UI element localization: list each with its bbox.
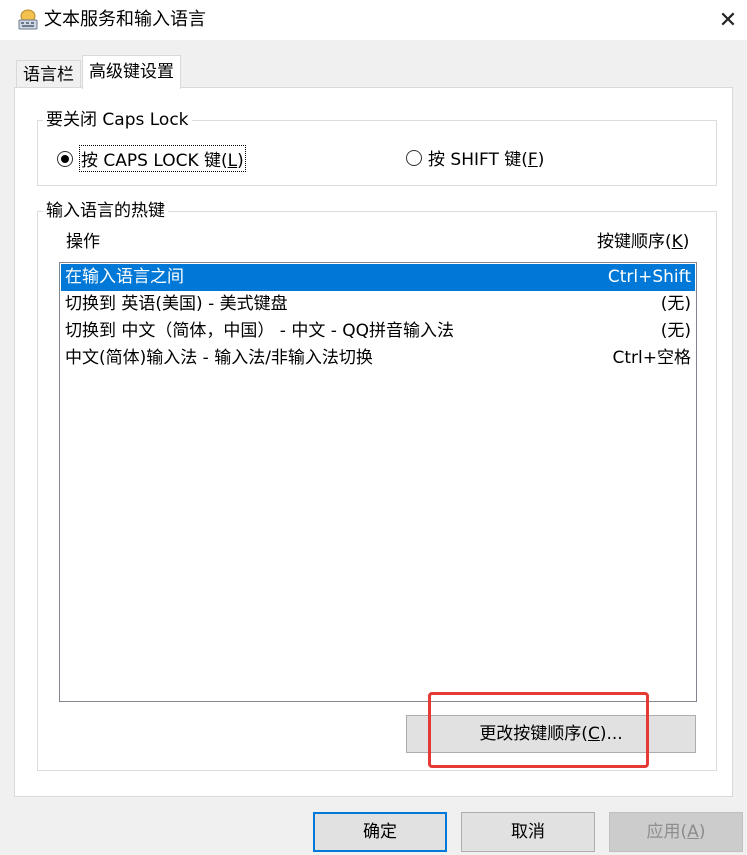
hotkey-list[interactable]: 在输入语言之间 Ctrl+Shift 切换到 英语(美国) - 美式键盘 (无)… — [59, 262, 697, 702]
list-item-keys: (无) — [660, 294, 691, 314]
close-icon: ✕ — [718, 7, 738, 33]
column-header-action: 操作 — [66, 232, 100, 252]
shift-radio[interactable]: 按 SHIFT 键(F) — [406, 145, 544, 170]
list-item-keys: Ctrl+Shift — [607, 267, 691, 287]
list-item-action: 中文(简体)输入法 - 输入法/非输入法切换 — [65, 348, 373, 368]
list-item-keys: Ctrl+空格 — [612, 348, 692, 368]
list-item-keys: (无) — [660, 321, 691, 341]
list-item[interactable]: 中文(简体)输入法 - 输入法/非输入法切换 Ctrl+空格 — [61, 345, 695, 372]
radio-button-unselected[interactable] — [406, 149, 422, 166]
shift-radio-label: 按 SHIFT 键(F) — [428, 150, 545, 170]
hotkey-legend: 输入语言的热键 — [43, 201, 168, 221]
apply-button[interactable]: 应用(A) — [609, 812, 743, 852]
change-key-sequence-button[interactable]: 更改按键顺序(C)... — [406, 715, 696, 753]
caps-lock-radio-label: 按 CAPS LOCK 键(L) — [79, 145, 246, 172]
list-item[interactable]: 切换到 英语(美国) - 美式键盘 (无) — [61, 291, 695, 318]
list-item[interactable]: 在输入语言之间 Ctrl+Shift — [61, 264, 695, 291]
list-item-action: 切换到 英语(美国) - 美式键盘 — [65, 294, 288, 314]
cancel-button[interactable]: 取消 — [461, 812, 595, 852]
caps-lock-legend: 要关闭 Caps Lock — [43, 110, 192, 130]
close-button[interactable]: ✕ — [710, 4, 746, 36]
tab-language-bar[interactable]: 语言栏 — [16, 60, 81, 89]
list-item-action: 切换到 中文（简体，中国） - 中文 - QQ拼音输入法 — [65, 321, 455, 341]
column-header-key-sequence: 按键顺序(K) — [597, 232, 690, 252]
list-item[interactable]: 切换到 中文（简体，中国） - 中文 - QQ拼音输入法 (无) — [61, 318, 695, 345]
title-bar: 文本服务和输入语言 ✕ — [0, 0, 747, 40]
keyboard-globe-icon — [18, 9, 38, 30]
ok-button[interactable]: 确定 — [313, 812, 447, 852]
list-item-action: 在输入语言之间 — [65, 267, 184, 287]
caps-lock-radio[interactable]: 按 CAPS LOCK 键(L) — [57, 145, 246, 172]
window-title: 文本服务和输入语言 — [44, 9, 206, 30]
radio-button-selected[interactable] — [57, 150, 73, 167]
tab-advanced-key-settings[interactable]: 高级键设置 — [82, 55, 181, 89]
